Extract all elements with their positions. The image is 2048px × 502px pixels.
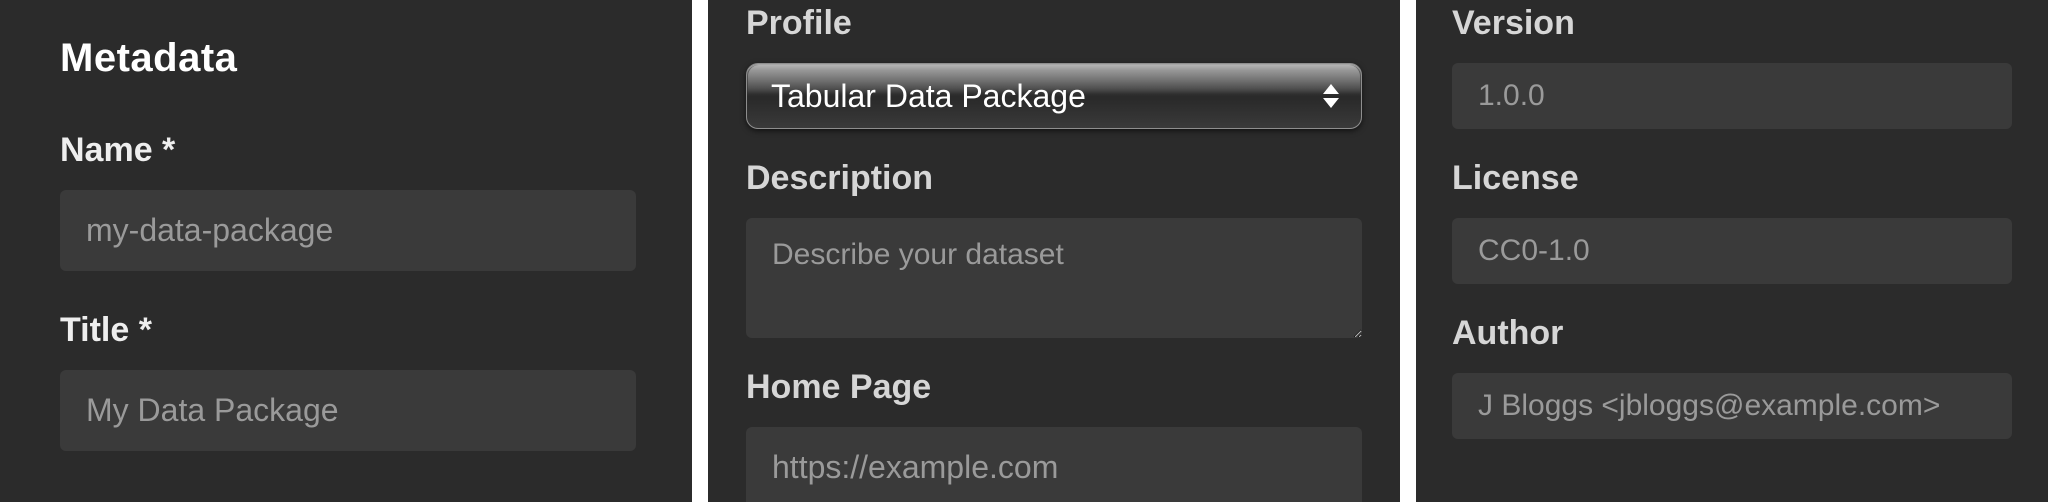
version-label: Version (1452, 4, 2012, 43)
metadata-column-3: Version License Author (1416, 0, 2048, 502)
metadata-form: Metadata Name * Title * Profile Tabular … (0, 0, 2048, 502)
title-label: Title * (60, 311, 636, 350)
author-input[interactable] (1452, 373, 2012, 439)
version-group: Version (1452, 4, 2012, 129)
license-input[interactable] (1452, 218, 2012, 284)
column-divider (1400, 0, 1416, 502)
profile-label: Profile (746, 4, 1362, 43)
description-group: Description (746, 159, 1362, 338)
title-input[interactable] (60, 370, 636, 451)
metadata-heading: Metadata (60, 36, 636, 81)
metadata-column-2: Profile Tabular Data Package Description… (708, 0, 1400, 502)
profile-select-value: Tabular Data Package (771, 78, 1086, 115)
column-divider (692, 0, 708, 502)
license-group: License (1452, 159, 2012, 284)
name-input[interactable] (60, 190, 636, 271)
description-textarea[interactable] (746, 218, 1362, 338)
homepage-group: Home Page (746, 368, 1362, 502)
name-group: Name * (60, 131, 636, 271)
profile-select[interactable]: Tabular Data Package (746, 63, 1362, 129)
author-label: Author (1452, 314, 2012, 353)
author-group: Author (1452, 314, 2012, 439)
metadata-column-1: Metadata Name * Title * (0, 0, 692, 502)
license-label: License (1452, 159, 2012, 198)
profile-group: Profile Tabular Data Package (746, 4, 1362, 129)
homepage-input[interactable] (746, 427, 1362, 502)
title-group: Title * (60, 311, 636, 451)
homepage-label: Home Page (746, 368, 1362, 407)
description-label: Description (746, 159, 1362, 198)
name-label: Name * (60, 131, 636, 170)
version-input[interactable] (1452, 63, 2012, 129)
updown-arrows-icon (1323, 84, 1339, 108)
